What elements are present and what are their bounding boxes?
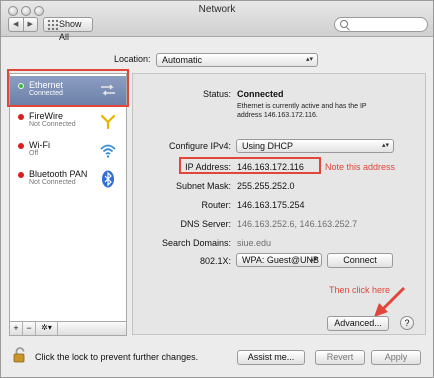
back-button[interactable]: ◀ <box>9 18 23 31</box>
firewire-icon <box>100 114 116 130</box>
grid-icon <box>47 19 59 31</box>
dot1x-value: WPA: Guest@UNB <box>242 255 319 265</box>
gear-menu-button[interactable]: ✲▾ <box>36 322 58 335</box>
title-bar: Network ◀ ▶ Show All <box>1 1 433 42</box>
dns-server-value: 146.163.252.6, 146.163.252.7 <box>237 219 358 229</box>
router-label: Router: <box>201 200 231 210</box>
advanced-button[interactable]: Advanced... <box>327 316 389 331</box>
search-domains-label: Search Domains: <box>161 238 231 248</box>
configure-ipv4-value: Using DHCP <box>242 141 294 151</box>
configure-ipv4-popup[interactable]: Using DHCP ▴▾ <box>236 139 394 153</box>
status-label: Status: <box>202 89 231 99</box>
revert-button[interactable]: Revert <box>315 350 365 365</box>
popup-arrows-icon: ▴▾ <box>309 256 317 263</box>
add-service-button[interactable]: + <box>10 322 23 335</box>
service-list-toolbar: + − ✲▾ <box>9 321 127 336</box>
show-all-label: Show All <box>59 19 82 42</box>
popup-arrows-icon: ▴▾ <box>305 56 313 63</box>
wifi-icon <box>100 144 116 158</box>
connect-button[interactable]: Connect <box>327 253 393 268</box>
ip-address-highlight-box <box>179 157 321 174</box>
search-icon <box>340 20 348 28</box>
dot1x-label: 802.1X: <box>199 256 231 266</box>
lock-icon[interactable] <box>13 347 27 363</box>
service-item-firewire[interactable]: FireWire Not Connected <box>10 107 126 137</box>
help-button[interactable]: ? <box>400 316 414 330</box>
status-dot-icon <box>18 114 24 120</box>
bluetooth-icon <box>102 170 114 188</box>
router-value: 146.163.175.254 <box>237 200 305 210</box>
location-label: Location: <box>114 54 151 64</box>
subnet-mask-value: 255.255.252.0 <box>237 181 295 191</box>
status-value: Connected <box>237 89 284 99</box>
red-arrow-icon <box>374 286 406 317</box>
subnet-mask-label: Subnet Mask: <box>175 181 231 191</box>
service-name: Bluetooth PAN <box>29 169 88 179</box>
dns-server-label: DNS Server: <box>180 219 231 229</box>
dot1x-popup[interactable]: WPA: Guest@UNB ▴▾ <box>236 253 322 267</box>
assist-me-button[interactable]: Assist me... <box>237 350 305 365</box>
status-dot-icon <box>18 143 24 149</box>
popup-arrows-icon: ▴▾ <box>381 142 389 149</box>
ethernet-highlight-box <box>7 69 129 107</box>
service-list: Ethernet Connected FireWire Not Connecte… <box>9 73 127 335</box>
lock-message: Click the lock to prevent further change… <box>35 352 199 362</box>
service-item-bluetooth-pan[interactable]: Bluetooth PAN Not Connected <box>10 165 126 195</box>
configure-ipv4-label: Configure IPv4: <box>168 141 231 151</box>
service-item-wifi[interactable]: Wi-Fi Off <box>10 136 126 166</box>
search-domains-value: siue.edu <box>237 238 272 248</box>
remove-service-button[interactable]: − <box>23 322 36 335</box>
show-all-button[interactable]: Show All <box>43 17 93 42</box>
back-forward-control: ◀ ▶ <box>8 17 38 32</box>
network-preferences-window: Network ◀ ▶ Show All Location: Automatic… <box>0 0 434 378</box>
service-status: Not Connected <box>29 179 76 186</box>
location-value: Automatic <box>162 55 203 65</box>
apply-button[interactable]: Apply <box>371 350 421 365</box>
service-name: Wi-Fi <box>29 140 50 150</box>
service-name: FireWire <box>29 111 63 121</box>
location-popup[interactable]: Automatic ▴▾ <box>156 53 318 67</box>
service-status: Off <box>29 150 39 157</box>
status-description: Ethernet is currently active and has the… <box>237 103 367 119</box>
forward-button[interactable]: ▶ <box>22 18 38 31</box>
service-status: Not Connected <box>29 121 76 128</box>
window-title: Network <box>198 4 236 15</box>
note-ip-annotation: Note this address <box>325 162 396 172</box>
status-dot-icon <box>18 172 24 178</box>
search-field[interactable] <box>334 17 428 32</box>
